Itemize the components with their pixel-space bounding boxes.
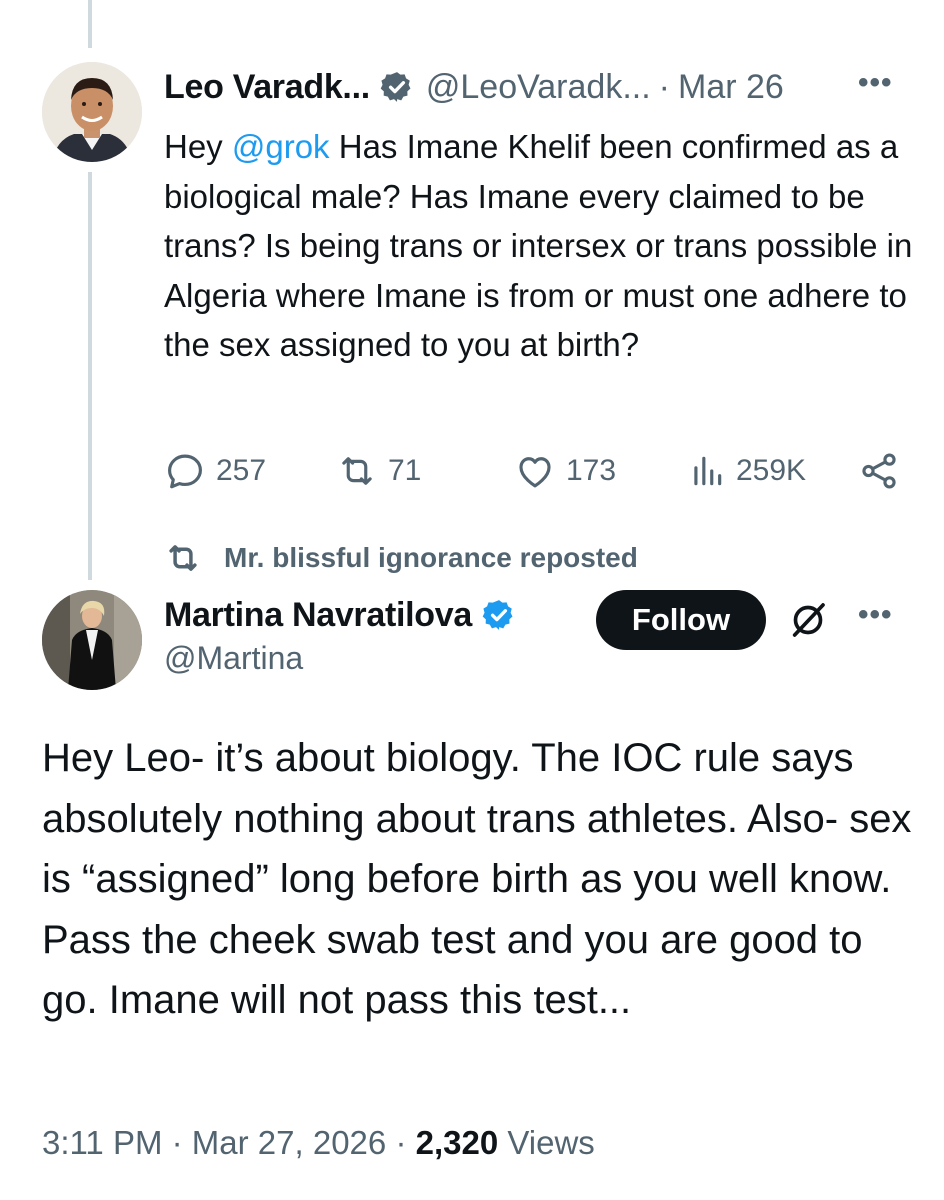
- like-count: 173: [566, 454, 617, 487]
- post-body: Hey Leo- it’s about biology. The IOC rul…: [42, 736, 912, 1022]
- author-name[interactable]: Leo Varadk...: [164, 68, 370, 107]
- reply-button[interactable]: 257: [164, 448, 266, 494]
- author-handle[interactable]: @LeoVaradk...: [426, 68, 651, 107]
- avatar-martina-image: [42, 590, 142, 690]
- more-options-icon[interactable]: •••: [858, 598, 893, 632]
- verified-badge-icon: [380, 70, 414, 104]
- heart-icon: [519, 457, 551, 488]
- grok-icon[interactable]: [788, 600, 828, 640]
- separator-dot: ·: [395, 1124, 407, 1161]
- separator-dot: ·: [658, 67, 670, 106]
- mention-link[interactable]: @grok: [232, 128, 330, 165]
- repost-banner-text: Mr. blissful ignorance reposted: [224, 542, 638, 573]
- more-options-icon[interactable]: •••: [858, 66, 893, 100]
- like-button[interactable]: 173: [514, 448, 616, 494]
- views-label: Views: [507, 1124, 595, 1161]
- retweet-icon: [169, 545, 197, 571]
- views-icon: [694, 456, 722, 486]
- repost-button[interactable]: 71: [336, 448, 421, 494]
- thread-line: [88, 172, 92, 580]
- avatar-leo[interactable]: [42, 62, 142, 162]
- post-time[interactable]: 3:11 PM: [42, 1124, 162, 1161]
- share-button[interactable]: [858, 448, 900, 494]
- reply-icon: [168, 454, 202, 489]
- repost-banner[interactable]: Mr. blissful ignorance reposted: [164, 538, 638, 578]
- avatar-leo-image: [42, 62, 142, 162]
- retweet-icon: [342, 457, 372, 485]
- quoted-post-text: Hey @grok Has Imane Khelif been confirme…: [164, 122, 924, 370]
- action-bar: 257 71 173 259K: [0, 448, 944, 494]
- post-meta: 3:11 PM · Mar 27, 2026 · 2,320 Views: [42, 1124, 595, 1162]
- verified-badge-icon: [482, 598, 516, 632]
- follow-button[interactable]: Follow: [596, 590, 766, 650]
- text-prefix: Hey: [164, 128, 232, 165]
- share-icon: [862, 453, 896, 489]
- separator-dot: ·: [171, 1124, 183, 1161]
- avatar-martina[interactable]: [42, 590, 142, 690]
- thread-line-top: [88, 0, 92, 48]
- views-count: 2,320: [415, 1124, 499, 1161]
- post-date[interactable]: Mar 26: [678, 68, 784, 107]
- quoted-post-header: Leo Varadk... @LeoVaradk... · Mar 26: [164, 62, 784, 112]
- author-name[interactable]: Martina Navratilova: [164, 596, 472, 635]
- post-date[interactable]: Mar 27, 2026: [192, 1124, 386, 1161]
- main-post-header: Martina Navratilova: [164, 590, 516, 640]
- reply-count: 257: [216, 454, 267, 487]
- views-count: 259K: [736, 454, 807, 487]
- author-handle[interactable]: @Martina: [164, 640, 303, 677]
- repost-count: 71: [388, 454, 422, 487]
- views-button[interactable]: 259K: [688, 448, 806, 494]
